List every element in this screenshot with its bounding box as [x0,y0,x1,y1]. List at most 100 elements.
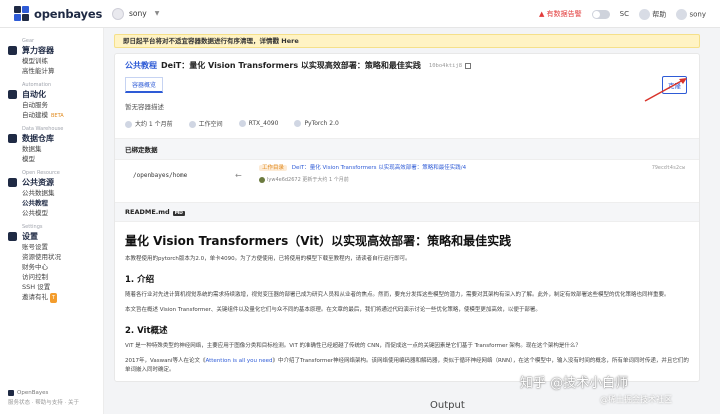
beta-badge: BETA [51,113,64,119]
sidebar-item-public-tutorials[interactable]: 公共教程 [0,198,103,208]
readme-title: 量化 Vision Transformers（Vit）以实现高效部署：策略和最佳… [125,234,512,248]
sidebar-group-caption: Automation [22,82,52,88]
openbayes-logo-icon [8,390,14,396]
sidebar-group-public[interactable]: 公共资源 [0,177,103,188]
sidebar-group-caption: Open Resource [22,170,60,176]
sidebar-item-public-datasets[interactable]: 公共数据集 [0,188,103,198]
user-avatar-icon [259,176,265,183]
sidebar-group-settings[interactable]: 设置 [0,231,103,242]
sidebar-item-training[interactable]: 模型训练 [0,56,103,66]
sidebar-item-ssh[interactable]: SSH 设置 [0,282,103,292]
main-content: 即日起平台将对不适宜容器数据进行有序清理，详情戳 Here 公共教程 DeiT：… [114,34,700,382]
readme-content: 量化 Vision Transformers（Vit）以实现高效部署：策略和最佳… [125,232,689,375]
tab-overview[interactable]: 容器概览 [125,77,164,93]
bound-source-link[interactable]: DeiT：量化 Vision Transformers 以实现高效部署：策略和最… [292,165,466,171]
help-link[interactable]: 帮助 [639,8,667,20]
container-id: 10bo4ktij8 [428,62,463,69]
container-description: 暂无容器描述 [125,103,164,111]
sidebar-item-access[interactable]: 访问控制 [0,272,103,282]
copy-icon[interactable] [465,62,472,69]
org-switcher[interactable]: sony ▼ [112,7,160,20]
chevron-down-icon: ▼ [154,10,160,17]
warning-link[interactable]: ▲ 有数据告警 [539,9,582,19]
database-icon [8,134,17,143]
sidebar-item-public-models[interactable]: 公共模型 [0,208,103,218]
bound-data-row: /openbayes/home ← 工作目录 DeiT：量化 Vision Tr… [125,160,689,202]
readme-header: README.md MD [115,202,699,222]
logo-icon [14,5,30,22]
invite-badge: T [50,293,58,303]
sidebar-item-finance[interactable]: 财务中心 [0,262,103,272]
logo[interactable]: openbayes [0,5,112,22]
sidebar: Gear 算力容器 模型训练 高性能计算 Automation 自动化 自动服务… [0,28,104,414]
pytorch-icon [294,120,302,127]
page-title: DeiT：量化 Vision Transformers 以实现高效部署：策略和最… [161,61,421,70]
user-menu[interactable]: sony [676,8,706,20]
sidebar-item-hpc[interactable]: 高性能计算 [0,66,103,76]
paper-link[interactable]: Attention is all you need [205,358,272,364]
workdir-badge: 工作目录 [259,165,288,171]
top-bar: openbayes sony ▼ ▲ 有数据告警 SC 帮助 sony [0,0,720,28]
readme-heading: 2. Vit概述 [125,326,168,336]
sidebar-item-invite[interactable]: 邀请有礼 T [0,292,103,303]
bound-source: 工作目录 DeiT：量化 Vision Transformers 以实现高效部署… [259,163,466,171]
sidebar-item-models[interactable]: 模型 [0,154,103,164]
sidebar-group-caption: Settings [22,224,43,230]
readme-paragraph: 本教程使用的pytorch版本为2.0，单卡4090。为了方便使用，已将使用的模… [125,256,411,262]
category-tag[interactable]: 公共教程 [125,60,157,71]
sidebar-item-auto-model[interactable]: 自动建模 BETA [0,110,103,120]
org-avatar-icon [112,7,124,20]
help-label: 帮助 [652,10,667,18]
sidebar-item-auto-service[interactable]: 自动服务 [0,100,103,110]
sidebar-group-caption: Data Warehouse [22,126,64,132]
gear-icon [8,46,17,55]
readme-paragraph: 随着各行业对先进计算机视觉系统的需求持续激增，视觉变压器的部署已成为研究人员和从… [125,292,670,298]
sidebar-item-datasets[interactable]: 数据集 [0,144,103,154]
watermark-secondary: @稀土掘金技术社区 [600,395,672,404]
settings-icon [8,232,17,241]
output-caption: Output [430,400,465,411]
theme-toggle[interactable] [591,9,610,19]
help-icon [639,8,651,20]
annotation-arrow [644,78,687,102]
workspace-icon [188,121,196,128]
sidebar-group-automation[interactable]: 自动化 [0,89,103,100]
language-selector[interactable]: SC [620,10,629,18]
mount-path: /openbayes/home [133,172,188,179]
warning-label: 有数据告警 [546,10,582,18]
gpu-icon [238,120,246,127]
sidebar-item-account[interactable]: 账号设置 [0,242,103,252]
md-badge: MD [172,211,185,216]
sidebar-group-data[interactable]: 数据仓库 [0,133,103,144]
readme-heading: 1. 介绍 [125,275,155,285]
arrow-left-icon: ← [235,171,242,180]
sidebar-group-gear[interactable]: 算力容器 [0,45,103,56]
watermark: 知乎 @技术小白师 [520,376,629,391]
automation-icon [8,90,17,99]
meta-framework: PyTorch 2.0 [294,120,339,127]
title-row: 公共教程 DeiT：量化 Vision Transformers 以实现高效部署… [125,60,689,71]
container-card: 公共教程 DeiT：量化 Vision Transformers 以实现高效部署… [114,53,700,382]
readme-paragraph: ViT 是一种特殊类型的神经网络，主要应用于图像分类和目标检测。ViT 的准确性… [125,343,581,349]
readme-paragraph: 本文旨在概述 Vision Transformer、关键组件以及量化它们与众不同… [125,307,541,313]
public-resource-icon [8,178,17,187]
meta-gpu: RTX_4090 [238,120,278,127]
alert-icon: ▲ [539,10,545,18]
footer-links[interactable]: 服务状态 · 帮助与支持 · 关于 [8,398,79,406]
container-meta: 大约 1 个月前 工作空间 RTX_4090 PyTorch 2.0 [125,119,689,128]
logo-text: openbayes [34,6,103,21]
bound-data-header: 已绑定数据 [115,138,699,160]
notice-banner[interactable]: 即日起平台将对不适宜容器数据进行有序清理，详情戳 Here [114,34,700,48]
bound-source-meta: lyw4e6d2672 更新于大约 1 个月前 [259,176,349,183]
meta-workspace: 工作空间 [188,119,223,128]
sidebar-group-caption: Gear [22,38,35,44]
sidebar-item-usage[interactable]: 资源使用状况 [0,252,103,262]
bound-hash: 79ecdt4s2cw [651,165,685,171]
user-avatar-icon [676,8,688,20]
clock-icon [125,121,132,128]
org-name: sony [129,9,147,18]
meta-time: 大约 1 个月前 [125,119,173,128]
user-name: sony [689,10,706,18]
footer-brand: OpenBayes [17,390,49,396]
sidebar-footer: OpenBayes 服务状态 · 帮助与支持 · 关于 [8,390,79,406]
